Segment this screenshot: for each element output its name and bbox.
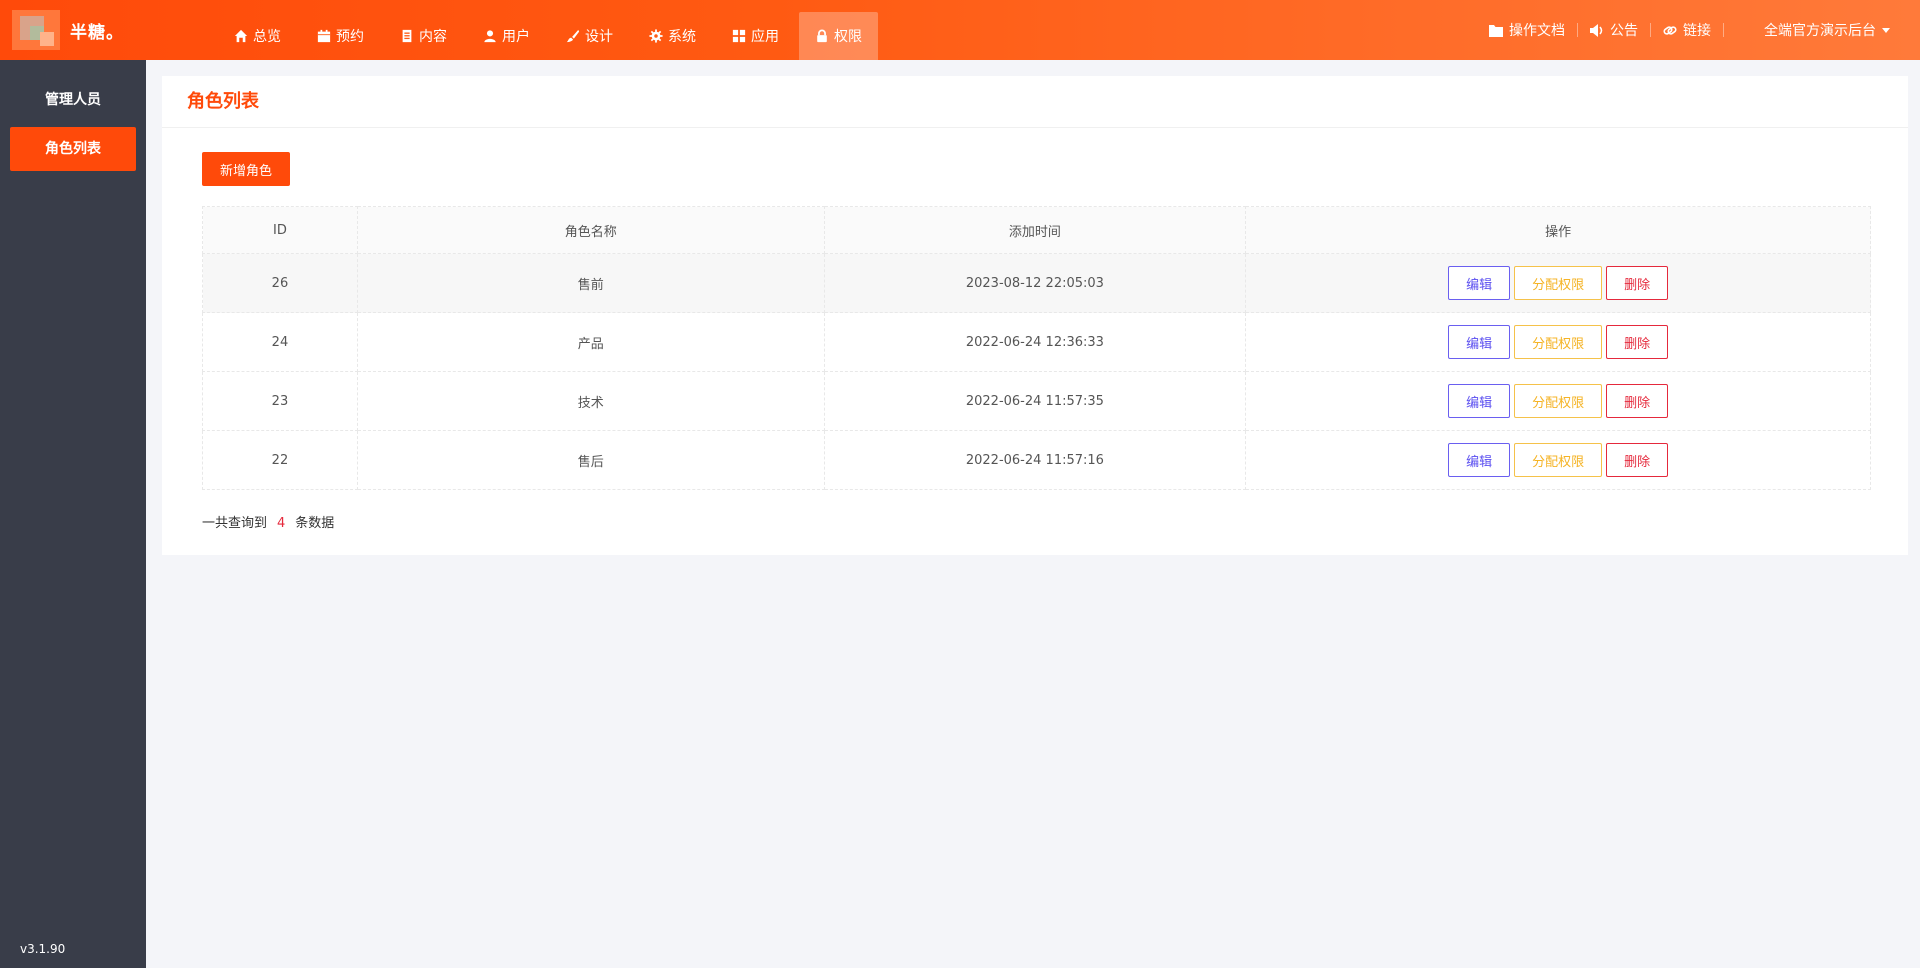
sidebar: 管理人员 角色列表 v3.1.90 xyxy=(0,60,146,968)
home-icon xyxy=(234,29,248,43)
row-name: 技术 xyxy=(356,371,825,431)
nav-item-content[interactable]: 内容 xyxy=(384,12,463,60)
top-right-links: 操作文档 公告 链接 全端官方演示后台 xyxy=(1477,0,1890,60)
folder-icon xyxy=(1489,24,1503,37)
add-role-button[interactable]: 新增角色 xyxy=(202,152,290,186)
row-actions: 编辑 分配权限 删除 xyxy=(1245,430,1871,490)
notice-link-label: 公告 xyxy=(1610,23,1638,39)
nav-item-label: 权限 xyxy=(834,29,862,45)
assign-permissions-button[interactable]: 分配权限 xyxy=(1514,443,1603,477)
user-menu[interactable]: 全端官方演示后台 xyxy=(1764,20,1890,40)
row-time: 2022-06-24 12:36:33 xyxy=(823,312,1247,372)
delete-button[interactable]: 删除 xyxy=(1606,266,1669,300)
role-table: ID 角色名称 添加时间 操作 26 售前 2023-08-12 22:05:0… xyxy=(202,206,1871,490)
edit-button[interactable]: 编辑 xyxy=(1448,384,1511,418)
notice-link[interactable]: 公告 xyxy=(1578,20,1650,40)
user-icon xyxy=(484,30,496,43)
logo[interactable] xyxy=(12,10,60,50)
sidebar-item-admins[interactable]: 管理人员 xyxy=(10,78,136,122)
nav-item-label: 用户 xyxy=(502,29,530,45)
row-actions: 编辑 分配权限 删除 xyxy=(1245,253,1871,313)
link-icon xyxy=(1663,25,1677,35)
row-id: 22 xyxy=(202,430,358,490)
nav-item-system[interactable]: 系统 xyxy=(633,12,712,60)
row-time: 2022-06-24 11:57:16 xyxy=(823,430,1247,490)
brush-icon xyxy=(566,29,580,43)
row-time: 2023-08-12 22:05:03 xyxy=(823,253,1247,313)
nav-item-permissions[interactable]: 权限 xyxy=(799,12,878,60)
nav-item-users[interactable]: 用户 xyxy=(467,12,546,60)
row-name: 产品 xyxy=(356,312,825,372)
card-header: 角色列表 xyxy=(162,76,1908,128)
document-icon xyxy=(402,29,412,43)
column-header-time: 添加时间 xyxy=(823,206,1247,254)
delete-button[interactable]: 删除 xyxy=(1606,443,1669,477)
grid-icon xyxy=(732,29,746,43)
docs-link[interactable]: 操作文档 xyxy=(1477,20,1577,40)
summary-prefix: 一共查询到 xyxy=(202,516,268,531)
top-bar: 半糖。 总览 预约 内容 用户 设计 系统 应用 权限 操作文档 公告 链接 全… xyxy=(0,0,1920,60)
assign-permissions-button[interactable]: 分配权限 xyxy=(1514,325,1603,359)
table-row: 22 售后 2022-06-24 11:57:16 编辑 分配权限 删除 xyxy=(202,430,1871,490)
row-id: 23 xyxy=(202,371,358,431)
gear-icon xyxy=(649,29,663,43)
calendar-icon xyxy=(317,29,331,43)
table-header-row: ID 角色名称 添加时间 操作 xyxy=(202,206,1871,254)
nav-item-label: 总览 xyxy=(253,29,281,45)
row-time: 2022-06-24 11:57:35 xyxy=(823,371,1247,431)
divider xyxy=(1723,23,1724,37)
nav-item-overview[interactable]: 总览 xyxy=(218,12,297,60)
row-id: 26 xyxy=(202,253,358,313)
assign-permissions-button[interactable]: 分配权限 xyxy=(1514,266,1603,300)
role-list-card: 角色列表 新增角色 ID 角色名称 添加时间 操作 26 售前 2023-08-… xyxy=(162,76,1908,555)
user-menu-label: 全端官方演示后台 xyxy=(1764,23,1876,39)
summary-suffix: 条数据 xyxy=(295,516,335,531)
nav-item-label: 设计 xyxy=(585,29,613,45)
edit-button[interactable]: 编辑 xyxy=(1448,325,1511,359)
delete-button[interactable]: 删除 xyxy=(1606,325,1669,359)
speaker-icon xyxy=(1590,23,1603,37)
row-actions: 编辑 分配权限 删除 xyxy=(1245,371,1871,431)
row-name: 售后 xyxy=(356,430,825,490)
brand-name: 半糖。 xyxy=(70,23,124,43)
docs-link-label: 操作文档 xyxy=(1509,23,1565,39)
edit-button[interactable]: 编辑 xyxy=(1448,443,1511,477)
table-row: 24 产品 2022-06-24 12:36:33 编辑 分配权限 删除 xyxy=(202,312,1871,372)
nav-item-label: 预约 xyxy=(336,29,364,45)
result-summary: 一共查询到 4 条数据 xyxy=(202,512,334,531)
page-title: 角色列表 xyxy=(187,91,259,112)
links-link[interactable]: 链接 xyxy=(1651,20,1723,40)
nav-item-apps[interactable]: 应用 xyxy=(716,12,795,60)
column-header-name: 角色名称 xyxy=(356,206,825,254)
main-nav: 总览 预约 内容 用户 设计 系统 应用 权限 xyxy=(218,12,882,60)
row-actions: 编辑 分配权限 删除 xyxy=(1245,312,1871,372)
table-row: 23 技术 2022-06-24 11:57:35 编辑 分配权限 删除 xyxy=(202,371,1871,431)
edit-button[interactable]: 编辑 xyxy=(1448,266,1511,300)
row-id: 24 xyxy=(202,312,358,372)
nav-item-label: 系统 xyxy=(668,29,696,45)
version-label: v3.1.90 xyxy=(20,942,66,956)
caret-down-icon xyxy=(1882,27,1890,33)
links-link-label: 链接 xyxy=(1683,23,1711,39)
assign-permissions-button[interactable]: 分配权限 xyxy=(1514,384,1603,418)
sidebar-item-role-list[interactable]: 角色列表 xyxy=(10,127,136,171)
column-header-actions: 操作 xyxy=(1245,206,1871,254)
nav-item-design[interactable]: 设计 xyxy=(550,12,629,60)
delete-button[interactable]: 删除 xyxy=(1606,384,1669,418)
table-row: 26 售前 2023-08-12 22:05:03 编辑 分配权限 删除 xyxy=(202,253,1871,313)
nav-item-label: 内容 xyxy=(419,29,447,45)
lock-icon xyxy=(817,29,827,43)
nav-item-label: 应用 xyxy=(751,29,779,45)
nav-item-booking[interactable]: 预约 xyxy=(301,12,380,60)
row-name: 售前 xyxy=(356,253,825,313)
result-count: 4 xyxy=(277,516,286,531)
column-header-id: ID xyxy=(202,206,358,254)
